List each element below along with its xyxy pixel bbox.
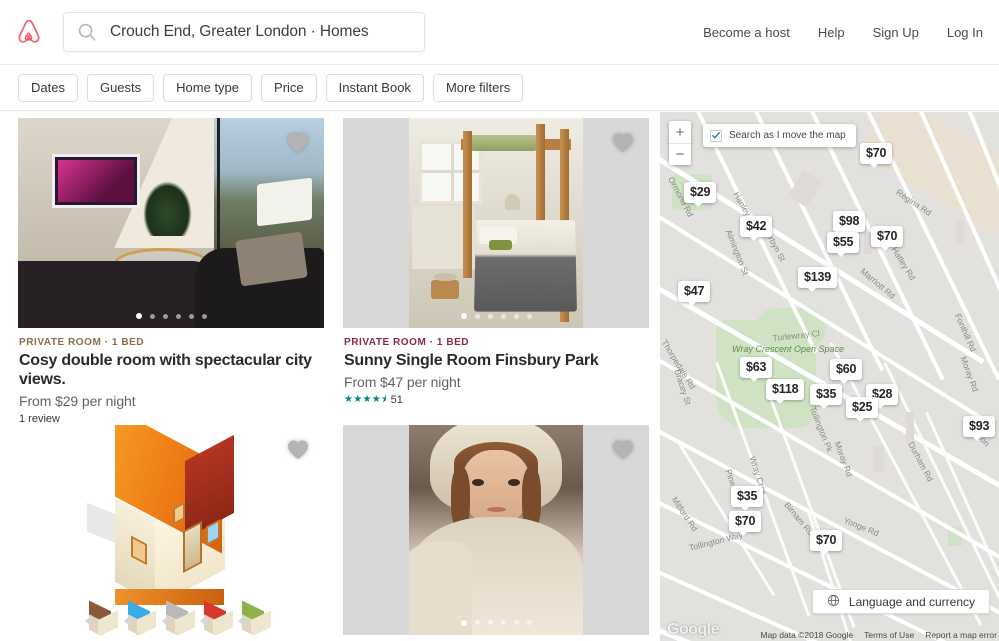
- star-rating-icon: ★★★★⯨: [344, 393, 387, 405]
- airbnb-belo-logo[interactable]: [14, 16, 44, 48]
- listing-card[interactable]: PRIVATE ROOM · 1 BED: [18, 424, 324, 641]
- listing-rating: ★★★★⯨ 51: [344, 394, 649, 406]
- map-price-pin[interactable]: $35: [731, 486, 764, 511]
- zoom-in-button[interactable]: +: [669, 121, 691, 143]
- listing-info: PRIVATE ROOM · 1 BED Cosy double room wi…: [18, 328, 324, 425]
- single-bed-room-photo: [343, 118, 649, 328]
- photo-carousel-dots[interactable]: [343, 619, 649, 626]
- listing-room-type: PRIVATE ROOM · 1 BED: [344, 337, 470, 348]
- language-and-currency-button[interactable]: Language and currency: [811, 589, 990, 614]
- map-price-pin[interactable]: $70: [860, 143, 893, 168]
- map-price-pin[interactable]: $63: [740, 357, 773, 382]
- map-price-pin[interactable]: $42: [740, 216, 773, 241]
- search-as-i-move-toggle[interactable]: Search as I move the map: [703, 124, 856, 147]
- search-input[interactable]: Crouch End, Greater London · Homes: [63, 12, 425, 52]
- heart-icon[interactable]: [286, 131, 310, 153]
- filter-guests[interactable]: Guests: [86, 73, 155, 102]
- map-price-pin[interactable]: $29: [684, 182, 717, 207]
- top-header: Crouch End, Greater London · Homes Becom…: [0, 0, 999, 65]
- isometric-house-illustration-photo: [18, 424, 324, 635]
- park-label: Wray Crescent Open Space: [732, 344, 845, 354]
- listing-title[interactable]: Sunny Single Room Finsbury Park: [344, 352, 649, 371]
- search-as-i-move-label: Search as I move the map: [729, 130, 846, 141]
- listing-rating: 1 review: [19, 413, 324, 425]
- checkbox-icon[interactable]: [710, 129, 722, 142]
- heart-icon[interactable]: [611, 438, 635, 460]
- listing-info: PRIVATE ROOM · 1 BED: [18, 635, 324, 641]
- listing-card[interactable]: PRIVATE ROOM · 1 BED Cosy double room wi…: [18, 118, 324, 425]
- filter-instant-book[interactable]: Instant Book: [325, 73, 424, 102]
- listing-title[interactable]: Cosy double room with spectacular city v…: [19, 352, 324, 390]
- map-price-pin[interactable]: $70: [810, 530, 843, 555]
- listing-price: From $29 per night: [19, 392, 136, 409]
- map-price-pin[interactable]: $70: [871, 226, 904, 251]
- filter-dates[interactable]: Dates: [18, 73, 78, 102]
- filter-home-type[interactable]: Home type: [163, 73, 253, 102]
- map-pane[interactable]: Ormond Rd Hanley Rd Corbyn St Almington …: [660, 112, 999, 641]
- zoom-out-button[interactable]: −: [669, 143, 691, 165]
- heart-icon[interactable]: [611, 131, 635, 153]
- listing-review-text: 1 review: [19, 412, 60, 425]
- map-price-pin[interactable]: $98: [833, 211, 866, 236]
- map-price-pin[interactable]: $25: [846, 397, 879, 422]
- filter-price[interactable]: Price: [261, 73, 317, 102]
- map-price-pin[interactable]: $70: [729, 511, 762, 536]
- nav-log-in[interactable]: Log In: [947, 25, 983, 40]
- header-nav: Become a host Help Sign Up Log In: [703, 25, 983, 40]
- listing-room-type: PRIVATE ROOM · 1 BED: [19, 337, 145, 348]
- nav-sign-up[interactable]: Sign Up: [873, 25, 919, 40]
- search-results-pane: PRIVATE ROOM · 1 BED Cosy double room wi…: [0, 112, 660, 641]
- listing-photo[interactable]: [18, 424, 324, 635]
- search-icon: [76, 21, 98, 43]
- map-price-pin[interactable]: $93: [963, 416, 996, 441]
- listing-review-count: 51: [390, 393, 403, 406]
- map-price-pin[interactable]: $55: [827, 232, 860, 257]
- google-logo: Google: [667, 621, 720, 638]
- listing-card[interactable]: PRIVATE ROOM · 1 BED: [343, 424, 649, 641]
- map-zoom-controls: + −: [669, 121, 691, 165]
- listing-grid: PRIVATE ROOM · 1 BED Cosy double room wi…: [0, 112, 660, 641]
- map-price-pin[interactable]: $118: [766, 379, 805, 404]
- listing-photo[interactable]: [343, 118, 649, 328]
- host-portrait-photo: [343, 424, 649, 635]
- map-price-pin[interactable]: $47: [678, 281, 711, 306]
- photo-carousel-dots[interactable]: [343, 313, 649, 319]
- map-price-pin[interactable]: $35: [810, 384, 843, 409]
- language-and-currency-label: Language and currency: [848, 594, 975, 609]
- report-a-map-error-link[interactable]: Report a map error: [925, 630, 997, 640]
- terms-of-use-link[interactable]: Terms of Use: [864, 630, 914, 640]
- globe-icon: [827, 594, 840, 610]
- listing-photo[interactable]: [343, 424, 649, 635]
- filter-more-filters[interactable]: More filters: [432, 73, 524, 102]
- photo-carousel-dots[interactable]: [18, 313, 324, 319]
- heart-icon[interactable]: [286, 438, 310, 460]
- airbnb-search-page: Crouch End, Greater London · Homes Becom…: [0, 0, 999, 641]
- living-room-city-view-photo: [18, 118, 324, 328]
- listing-info: PRIVATE ROOM · 1 BED: [343, 635, 649, 641]
- filter-bar: Dates Guests Home type Price Instant Boo…: [0, 65, 999, 111]
- listing-info: PRIVATE ROOM · 1 BED Sunny Single Room F…: [343, 328, 649, 406]
- listing-photo[interactable]: [18, 118, 324, 328]
- nav-help[interactable]: Help: [818, 25, 845, 40]
- map-price-pin[interactable]: $139: [798, 267, 838, 292]
- nav-become-a-host[interactable]: Become a host: [703, 25, 790, 40]
- map-data-copyright: Map data ©2018 Google: [760, 630, 854, 640]
- search-input-value: Crouch End, Greater London · Homes: [110, 23, 369, 40]
- listing-price: From $47 per night: [344, 373, 461, 390]
- map-price-pin[interactable]: $60: [830, 359, 863, 384]
- listing-card[interactable]: PRIVATE ROOM · 1 BED Sunny Single Room F…: [343, 118, 649, 425]
- map-commercial-zone: [976, 204, 999, 218]
- map-attribution: Map data ©2018 Google Terms of Use Repor…: [760, 630, 997, 640]
